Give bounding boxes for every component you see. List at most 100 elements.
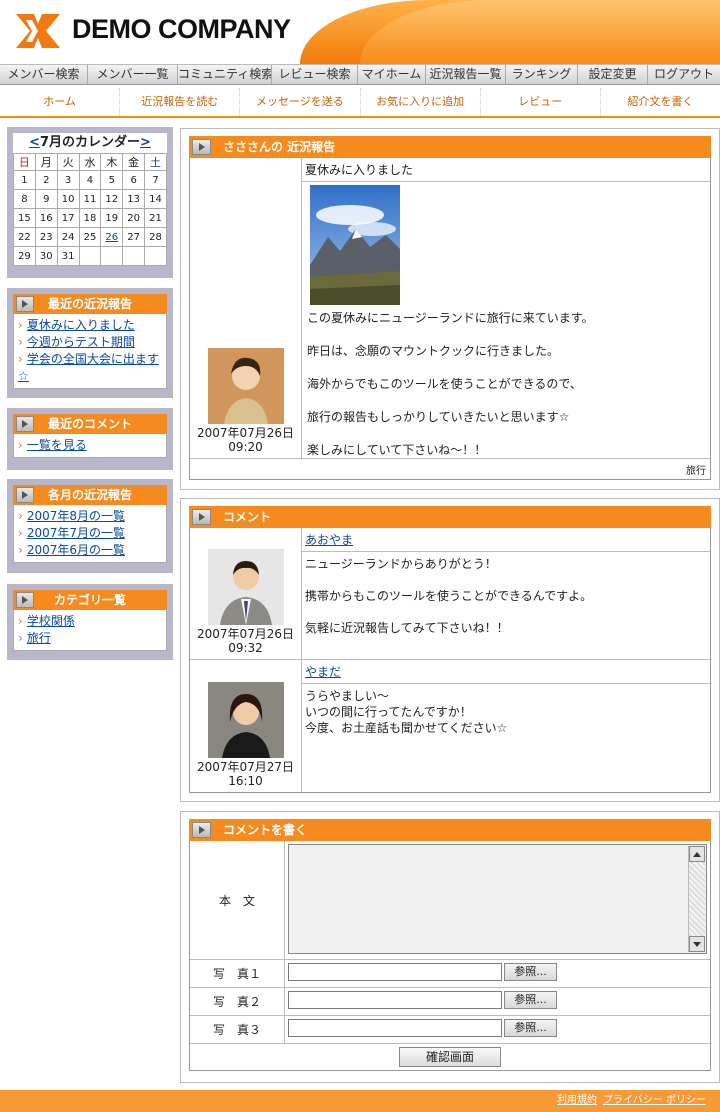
categories-title: カテゴリ一覧 xyxy=(53,593,126,607)
arrow-icon xyxy=(192,509,211,525)
photo2-file-input[interactable] xyxy=(288,991,502,1009)
report-subject: 夏休みに入りました xyxy=(302,158,710,182)
comment-textarea[interactable] xyxy=(288,844,707,954)
report-body-line: 昨日は、念願のマウントクックに行きました。 xyxy=(307,344,560,358)
calendar-day-header: 金 xyxy=(122,153,146,171)
report-body-line: 楽しみにしていて下さいね～！！ xyxy=(307,443,487,457)
calendar-day: 24 xyxy=(56,227,80,247)
chevron-right-icon: › xyxy=(18,543,23,557)
month-link[interactable]: 2007年7月の一覧 xyxy=(27,526,125,540)
calendar-day: 1 xyxy=(13,170,36,190)
calendar-day: 17 xyxy=(56,208,80,228)
month-link[interactable]: 2007年8月の一覧 xyxy=(27,509,125,523)
calendar-day-header: 火 xyxy=(56,153,80,171)
scrollbar[interactable] xyxy=(688,846,705,952)
photo1-browse-button[interactable]: 参照... xyxy=(504,963,557,981)
comment-author-cell: 2007年07月26日 09:32 xyxy=(190,528,302,659)
monthly-reports-title: 各月の近況報告 xyxy=(47,488,132,502)
subnav-write-intro[interactable]: 紹介文を書く xyxy=(601,88,720,116)
comment-body-line xyxy=(305,572,707,588)
terms-link[interactable]: 利用規約 xyxy=(557,1095,597,1106)
calendar-day: 4 xyxy=(78,170,102,190)
logo-icon xyxy=(16,14,60,48)
calendar-day: 6 xyxy=(122,170,146,190)
comment-author-cell: 2007年07月27日 16:10 xyxy=(190,660,302,792)
calendar-day: 11 xyxy=(78,189,102,209)
subnav-read-reports[interactable]: 近況報告を読む xyxy=(120,88,241,116)
subnav-send-message[interactable]: メッセージを送る xyxy=(240,88,361,116)
report-row: 2007年07月26日 09:20 夏休みに入りました この夏休みにニュージーラ… xyxy=(190,158,710,459)
comment-form: 本 文 写 真１ 参照... 写 真２ 参照... 写 真３ 参照... 確認画… xyxy=(189,841,711,1071)
comment-author-link[interactable]: あおやま xyxy=(305,533,353,547)
report-date: 2007年07月26日 xyxy=(196,426,295,440)
category-link[interactable]: 学校関係 xyxy=(27,614,75,628)
photo2-browse-button[interactable]: 参照... xyxy=(504,991,557,1009)
report-body-line xyxy=(307,425,705,441)
nav-logout[interactable]: ログアウト xyxy=(648,65,720,84)
monthly-reports-list: › 2007年8月の一覧 › 2007年7月の一覧 › 2007年6月の一覧 xyxy=(13,505,167,563)
subnav-home[interactable]: ホーム xyxy=(0,88,121,116)
nav-member-list[interactable]: メンバー一覧 xyxy=(88,65,178,84)
arrow-icon xyxy=(192,139,211,155)
calendar-caption: <7月のカレンダー> xyxy=(13,133,167,153)
nav-my-home[interactable]: マイホーム xyxy=(358,65,426,84)
calendar-day: 31 xyxy=(56,246,80,266)
photo3-file-input[interactable] xyxy=(288,1019,502,1037)
photo1-file-input[interactable] xyxy=(288,963,502,981)
list-item: › 2007年8月の一覧 xyxy=(18,508,162,525)
view-all-comments-link[interactable]: 一覧を見る xyxy=(27,438,87,452)
report-title: さささんの 近況報告 xyxy=(223,140,336,154)
comment-author-line: やまだ xyxy=(302,660,710,684)
recent-report-link[interactable]: 学会の全国大会に出ます☆ xyxy=(18,352,159,383)
calendar-day: 18 xyxy=(78,208,102,228)
calendar-day: 28 xyxy=(144,227,167,247)
nav-member-search[interactable]: メンバー検索 xyxy=(0,65,88,84)
calendar-day-header: 月 xyxy=(34,153,58,171)
comments-panel: コメント 2007年07月26日 09:32 あおやま ニュージーランドからあり… xyxy=(180,498,720,802)
photo2-label: 写 真２ xyxy=(190,988,285,1015)
month-link[interactable]: 2007年6月の一覧 xyxy=(27,543,125,557)
comments-table: 2007年07月26日 09:32 あおやま ニュージーランドからありがとう！ … xyxy=(189,528,711,793)
nav-review-search[interactable]: レビュー検索 xyxy=(272,65,358,84)
calendar-day: 15 xyxy=(13,208,36,228)
recent-comments-header: 最近のコメント xyxy=(13,414,167,434)
scroll-down-icon[interactable] xyxy=(689,936,705,952)
calendar-day-header: 土 xyxy=(144,153,167,171)
comment-form-title: コメントを書く xyxy=(223,823,308,837)
header: DEMO COMPANY xyxy=(0,0,720,64)
photo3-browse-button[interactable]: 参照... xyxy=(504,1019,557,1037)
avatar xyxy=(207,549,284,625)
subnav-add-favorite[interactable]: お気に入りに追加 xyxy=(361,88,481,116)
nav-community-search[interactable]: コミュニティ検索 xyxy=(178,65,272,84)
report-body-line: この夏休みにニュージーランドに旅行に来ています。 xyxy=(307,311,594,325)
calendar-day: 19 xyxy=(100,208,124,228)
comment-body-line: 携帯からもこのツールを使うことができるんですよ。 xyxy=(305,589,593,603)
calendar-next-link[interactable]: > xyxy=(140,135,151,150)
comment-time: 09:32 xyxy=(228,641,263,655)
calendar-day-26-link[interactable]: 26 xyxy=(105,232,118,243)
report-author-cell: 2007年07月26日 09:20 xyxy=(190,158,302,458)
calendar-prev-link[interactable]: < xyxy=(29,135,40,150)
subnav-review[interactable]: レビュー xyxy=(481,88,601,116)
arrow-icon xyxy=(192,822,211,838)
comment-body: ニュージーランドからありがとう！ 携帯からもこのツールを使うことができるんですよ… xyxy=(302,552,710,640)
confirm-button[interactable]: 確認画面 xyxy=(399,1047,501,1067)
recent-report-link[interactable]: 夏休みに入りました xyxy=(27,318,135,332)
calendar-day-link[interactable]: 26 xyxy=(100,227,124,247)
nav-ranking[interactable]: ランキング xyxy=(506,65,578,84)
calendar-day xyxy=(144,246,167,266)
privacy-link[interactable]: プライバシー ポリシー xyxy=(603,1095,706,1106)
calendar-day xyxy=(122,246,146,266)
calendar-day: 12 xyxy=(100,189,124,209)
categories-box: カテゴリ一覧 › 学校関係 › 旅行 xyxy=(7,584,173,660)
recent-report-link[interactable]: 今週からテスト期間 xyxy=(27,335,135,349)
report-body-line xyxy=(307,326,705,342)
scroll-up-icon[interactable] xyxy=(689,846,705,862)
nav-report-list[interactable]: 近況報告一覧 xyxy=(426,65,506,84)
comment-row: 2007年07月27日 16:10 やまだ うらやましい～ いつの間に行ってたん… xyxy=(190,660,710,792)
nav-settings[interactable]: 設定変更 xyxy=(578,65,648,84)
comment-author-link[interactable]: やまだ xyxy=(305,665,341,679)
calendar-day: 21 xyxy=(144,208,167,228)
category-link[interactable]: 旅行 xyxy=(27,631,51,645)
chevron-right-icon: › xyxy=(18,335,23,349)
